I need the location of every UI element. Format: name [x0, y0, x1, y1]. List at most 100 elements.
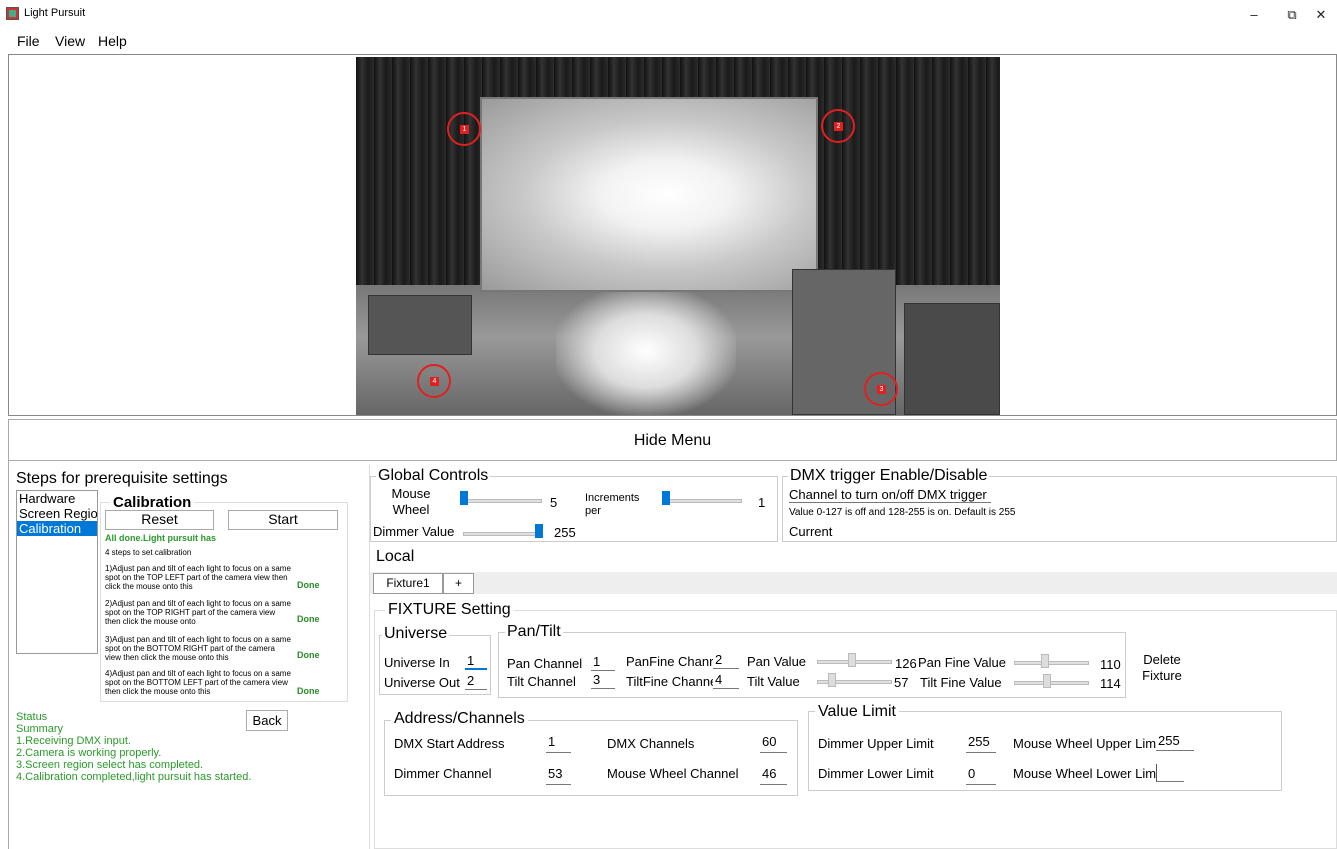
tab-add[interactable]: + — [443, 573, 474, 594]
delete-fixture-button[interactable]: Delete Fixture — [1130, 648, 1194, 688]
dimmer-slider[interactable] — [463, 532, 543, 536]
mouse-wheel-upper-input[interactable]: 255 — [1156, 733, 1194, 751]
tilt-value: 57 — [894, 675, 909, 690]
tilt-channel-input[interactable]: 3 — [591, 672, 615, 689]
calibration-marker-1[interactable]: 1 — [447, 112, 481, 146]
calibration-marker-4[interactable]: 4 — [417, 364, 451, 398]
hide-menu-button[interactable]: Hide Menu — [8, 419, 1337, 461]
mouse-wheel-slider-thumb[interactable] — [460, 491, 468, 505]
global-controls-title: Global Controls — [376, 467, 491, 485]
step-4-text: 4)Adjust pan and tilt of each light to f… — [105, 669, 291, 696]
summary-line-3: 3.Screen region select has completed. — [16, 759, 204, 771]
summary-line-4: 4.Calibration completed,light pursuit ha… — [16, 771, 252, 783]
step-2-status: Done — [297, 614, 320, 624]
dimmer-value: 255 — [554, 525, 576, 540]
mouse-wheel-value: 5 — [550, 495, 558, 510]
menu-bar: File View Help — [0, 30, 1337, 53]
reset-button[interactable]: Reset — [105, 510, 214, 530]
start-button[interactable]: Start — [228, 510, 338, 530]
universe-title: Universe — [382, 625, 450, 643]
universe-in-label: Universe In — [384, 655, 450, 670]
universe-out-input[interactable]: 2 — [465, 673, 487, 690]
mouse-wheel-lower-input[interactable] — [1156, 764, 1184, 782]
tilt-channel-label: Tilt Channel — [507, 674, 576, 689]
title-bar: Light Pursuit – ⧉ ✕ — [0, 0, 1337, 30]
dmx-note: Value 0-127 is off and 128-255 is on. De… — [789, 507, 1016, 518]
pan-value-label: Pan Value — [747, 654, 807, 669]
menu-help[interactable]: Help — [98, 33, 127, 49]
mouse-wheel-channel-input[interactable]: 46 — [760, 766, 787, 785]
dmx-start-label: DMX Start Address — [394, 736, 505, 751]
universe-out-label: Universe Out — [384, 675, 460, 690]
summary-line-2: 2.Camera is working properly. — [16, 747, 162, 759]
steps-item-calibration[interactable]: Calibration — [17, 521, 97, 536]
summary-line-1: 1.Receiving DMX input. — [16, 735, 131, 747]
all-done-text: All done.Light pursuit has — [105, 533, 216, 543]
dmx-channels-input[interactable]: 60 — [760, 734, 787, 753]
mouse-wheel-lower-label: Mouse Wheel Lower Limit — [1013, 766, 1158, 781]
panfine-channel-label: PanFine Chanr — [626, 654, 713, 669]
pan-value: 126 — [895, 656, 917, 671]
steps-item-hardware[interactable]: Hardware — [17, 491, 97, 506]
increments-slider-thumb[interactable] — [662, 491, 670, 505]
dimmer-channel-input[interactable]: 53 — [546, 766, 571, 785]
pan-channel-input[interactable]: 1 — [591, 654, 615, 671]
projection-screen — [480, 97, 818, 292]
calibration-marker-3[interactable]: 3 — [864, 372, 898, 406]
menu-view[interactable]: View — [55, 33, 85, 49]
dimmer-upper-input[interactable]: 255 — [966, 734, 996, 753]
dimmer-slider-thumb[interactable] — [535, 524, 543, 538]
step-3-text: 3)Adjust pan and tilt of each light to f… — [105, 635, 291, 662]
steps-list[interactable]: Hardware Screen Regio Calibration — [16, 490, 98, 654]
pan-fine-slider[interactable] — [1014, 661, 1089, 665]
back-button[interactable]: Back — [246, 710, 288, 731]
step-3-status: Done — [297, 650, 320, 660]
dimmer-lower-label: Dimmer Lower Limit — [818, 766, 934, 781]
tilt-fine-slider-thumb[interactable] — [1043, 674, 1051, 688]
panfine-channel-input[interactable]: 2 — [713, 652, 739, 669]
increments-slider[interactable] — [662, 499, 742, 503]
universe-in-input[interactable]: 1 — [465, 653, 487, 670]
summary-label: Summary — [16, 723, 64, 735]
tiltfine-channel-label: TiltFine Channe — [626, 674, 713, 689]
tiltfine-channel-input[interactable]: 4 — [713, 672, 739, 689]
marker-label: 1 — [460, 125, 469, 134]
calibration-title: Calibration — [110, 494, 195, 511]
local-title: Local — [376, 548, 415, 565]
step-1-text: 1)Adjust pan and tilt of each light to f… — [105, 564, 291, 591]
dmx-current-label: Current — [789, 524, 833, 539]
mouse-wheel-label-2: Wheel — [392, 502, 430, 517]
restore-icon[interactable]: ⧉ — [1278, 5, 1306, 25]
increments-label-1: Increments — [585, 492, 640, 504]
mouse-wheel-upper-label: Mouse Wheel Upper Limi — [1013, 736, 1158, 751]
dimmer-lower-input[interactable]: 0 — [966, 766, 996, 785]
steps-item-screen-region[interactable]: Screen Regio — [17, 506, 97, 521]
tab-fixture1[interactable]: Fixture1 — [373, 573, 443, 594]
pan-channel-label: Pan Channel — [507, 656, 583, 671]
tilt-fine-slider[interactable] — [1014, 681, 1089, 685]
menu-file[interactable]: File — [17, 33, 40, 49]
close-icon[interactable]: ✕ — [1307, 5, 1335, 25]
pan-value-slider-thumb[interactable] — [848, 653, 856, 667]
dmx-channel-field[interactable]: Channel to turn on/off DMX trigger — [789, 487, 991, 503]
tilt-value-label: Tilt Value — [747, 674, 800, 689]
pan-fine-label: Pan Fine Value — [918, 655, 1006, 670]
fixture-setting-title: FIXTURE Setting — [385, 601, 514, 619]
mouse-wheel-slider[interactable] — [460, 499, 542, 503]
tilt-value-slider-thumb[interactable] — [828, 673, 836, 687]
fixture-tab-bar — [370, 572, 1337, 594]
status-label: Status — [16, 711, 48, 723]
window-title: Light Pursuit — [24, 7, 86, 19]
address-channels-group — [384, 720, 798, 796]
dmx-channels-label: DMX Channels — [607, 736, 695, 751]
delete-label-1: Delete — [1143, 652, 1181, 667]
camera-feed[interactable]: 1 2 3 4 — [356, 57, 1000, 415]
app-icon — [6, 7, 19, 20]
pan-tilt-title: Pan/Tilt — [505, 623, 563, 641]
tilt-fine-value: 114 — [1100, 676, 1121, 691]
delete-label-2: Fixture — [1142, 668, 1182, 683]
pan-fine-slider-thumb[interactable] — [1041, 654, 1049, 668]
dmx-start-input[interactable]: 1 — [546, 734, 571, 753]
minimize-icon[interactable]: – — [1240, 5, 1268, 25]
calibration-marker-2[interactable]: 2 — [821, 109, 855, 143]
